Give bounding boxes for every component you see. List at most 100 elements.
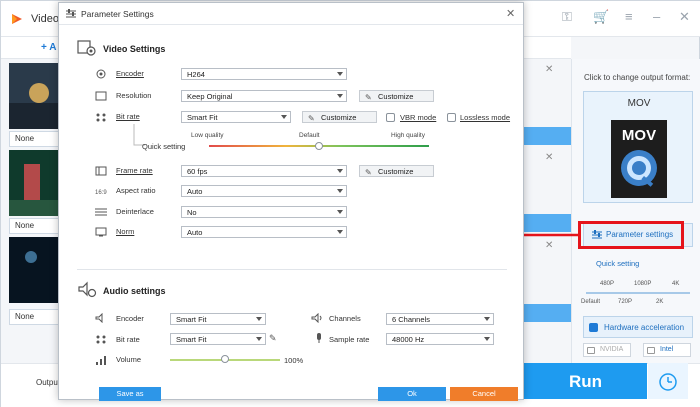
frame-rate-select[interactable]: 60 fps [181, 165, 347, 177]
minimize-icon[interactable]: – [653, 9, 660, 24]
pencil-icon: ✎ [365, 93, 372, 102]
volume-value: 100% [284, 356, 304, 365]
sample-rate-select[interactable]: 48000 Hz [386, 333, 494, 345]
aspect-ratio-select[interactable]: Auto [181, 185, 347, 197]
bitrate-select[interactable]: Smart Fit [181, 111, 291, 123]
thumbnail-image [9, 150, 59, 216]
chevron-down-icon [337, 189, 343, 193]
subtitle-selector[interactable]: None [9, 309, 59, 325]
video-thumbnail[interactable] [9, 237, 59, 303]
audio-bitrate-value: Smart Fit [176, 335, 207, 344]
chevron-down-icon [484, 337, 490, 341]
vbr-checkbox[interactable] [386, 113, 395, 122]
intel-label: Intel [660, 346, 674, 353]
chevron-down-icon [281, 115, 287, 119]
add-files-button[interactable]: + A [41, 42, 56, 53]
output-format-selector[interactable]: MOV MOV [583, 91, 693, 203]
cancel-button[interactable]: Cancel [450, 387, 518, 401]
audio-bitrate-select[interactable]: Smart Fit [170, 333, 266, 345]
customize-label: Customize [378, 92, 414, 101]
alarm-clock-button[interactable] [648, 363, 688, 399]
resolution-select[interactable]: Keep Original [181, 90, 347, 102]
video-thumbnail[interactable] [9, 150, 59, 216]
save-as-button[interactable]: Save as [99, 387, 161, 401]
sample-rate-label: Sample rate [329, 335, 370, 344]
encoder-value: H264 [187, 70, 205, 79]
cart-icon[interactable]: 🛒 [593, 9, 609, 25]
save-as-label: Save as [116, 389, 144, 398]
section-divider [77, 269, 507, 270]
audio-encoder-value: Smart Fit [176, 315, 207, 324]
volume-icon [96, 356, 106, 365]
quick-tick: Default [581, 299, 601, 305]
hardware-acceleration-toggle[interactable]: Hardware acceleration [583, 316, 693, 338]
bitrate-label[interactable]: Bit rate [116, 112, 140, 121]
audio-encoder-label: Encoder [116, 314, 144, 323]
run-button[interactable]: Run [524, 363, 647, 399]
resolution-label: Resolution [116, 91, 152, 100]
highlight-box [578, 221, 684, 249]
chevron-down-icon [337, 169, 343, 173]
volume-label: Volume [116, 355, 142, 364]
output-label: Output [36, 378, 61, 387]
close-icon[interactable]: ✕ [506, 7, 515, 20]
quick-setting-slider[interactable] [586, 292, 690, 294]
pencil-icon[interactable]: ✎ [269, 333, 277, 344]
norm-label[interactable]: Norm [116, 227, 134, 236]
nvidia-option[interactable]: NVIDIA [583, 343, 631, 357]
parameter-settings-dialog: Parameter Settings ✕ Video Settings Enco… [58, 2, 524, 401]
close-icon[interactable]: ✕ [679, 9, 690, 25]
encoder-label[interactable]: Encoder [116, 69, 144, 78]
subtitle-selector[interactable]: None [9, 218, 59, 234]
frame-rate-label[interactable]: Frame rate [116, 166, 153, 175]
run-label: Run [568, 372, 603, 391]
menu-icon[interactable]: ≡ [625, 9, 633, 24]
ok-button[interactable]: Ok [378, 387, 446, 401]
lossless-checkbox[interactable] [447, 113, 456, 122]
chevron-down-icon [256, 337, 262, 341]
bitrate-customize-button[interactable]: ✎ Customize [302, 111, 377, 123]
resolution-customize-button[interactable]: ✎ Customize [359, 90, 434, 102]
frame-rate-customize-button[interactable]: ✎ Customize [359, 165, 434, 177]
app-logo-icon [12, 14, 22, 24]
vbr-label[interactable]: VBR mode [400, 113, 436, 122]
quality-slider-handle[interactable] [315, 142, 323, 150]
chip-icon [647, 347, 655, 354]
audio-settings-icon [78, 281, 97, 298]
app-title: Video [31, 13, 59, 25]
audio-section-title: Audio settings [103, 286, 166, 296]
lossless-label[interactable]: Lossless mode [460, 113, 510, 122]
norm-value: Auto [187, 228, 203, 237]
channels-icon [311, 313, 322, 323]
channels-select[interactable]: 6 Channels [386, 313, 494, 325]
video-thumbnail[interactable] [9, 63, 59, 129]
deinterlace-select[interactable]: No [181, 206, 347, 218]
bitrate-value: Smart Fit [187, 113, 218, 122]
alarm-clock-icon [659, 373, 677, 391]
thumbnail-image [9, 237, 59, 303]
quick-tick: 480P [600, 281, 615, 287]
remove-item-icon[interactable]: ✕ [545, 152, 553, 163]
encoder-icon [96, 69, 106, 79]
ok-label: Ok [407, 389, 417, 398]
low-quality-label: Low quality [191, 132, 224, 139]
quick-tick: 2K [656, 299, 664, 305]
deinterlace-value: No [187, 208, 197, 217]
high-quality-label: High quality [391, 132, 425, 139]
frame-rate-value: 60 fps [187, 167, 208, 176]
encoder-select[interactable]: H264 [181, 68, 347, 80]
mov-format-icon: MOV [611, 120, 667, 198]
deinterlace-icon [95, 208, 107, 216]
chevron-down-icon [337, 230, 343, 234]
hardware-acceleration-label: Hardware acceleration [604, 323, 685, 332]
key-icon[interactable]: ⚿ [562, 9, 572, 25]
subtitle-selector[interactable]: None [9, 131, 59, 147]
audio-encoder-select[interactable]: Smart Fit [170, 313, 266, 325]
format-sidebar: Click to change output format: MOV MOV P… [571, 59, 700, 363]
chevron-down-icon [337, 94, 343, 98]
norm-select[interactable]: Auto [181, 226, 347, 238]
volume-slider-handle[interactable] [221, 355, 229, 363]
intel-option[interactable]: Intel [643, 343, 691, 357]
video-settings-icon [77, 40, 96, 56]
remove-item-icon[interactable]: ✕ [545, 64, 553, 75]
